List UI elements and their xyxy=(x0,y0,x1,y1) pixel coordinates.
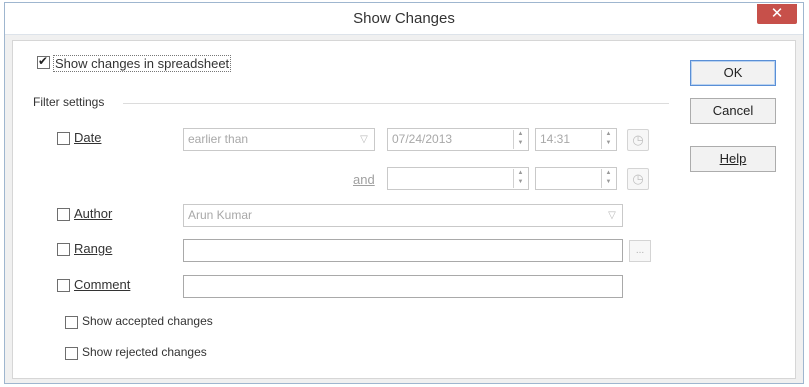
comment-label[interactable]: Comment xyxy=(74,277,130,292)
date-condition-value: earlier than xyxy=(188,132,249,146)
range-input[interactable] xyxy=(183,239,623,262)
clock-icon[interactable]: ◷ xyxy=(627,129,649,151)
show-changes-dialog: Show Changes ✕ Show changes in spreadshe… xyxy=(4,2,804,384)
close-icon[interactable]: ✕ xyxy=(757,4,797,24)
spin-updown-icon[interactable]: ▲ ▼ xyxy=(513,130,527,149)
and-label: and xyxy=(353,172,375,187)
show-rejected-label[interactable]: Show rejected changes xyxy=(82,345,207,359)
chevron-down-icon: ▽ xyxy=(608,210,616,221)
date-label[interactable]: Date xyxy=(74,130,101,145)
title-bar: Show Changes ✕ xyxy=(5,3,803,35)
clock-icon[interactable]: ◷ xyxy=(627,168,649,190)
show-accepted-label[interactable]: Show accepted changes xyxy=(82,314,213,328)
filter-settings-header: Filter settings xyxy=(33,95,105,109)
start-time-field[interactable]: 14:31 ▲ ▼ xyxy=(535,128,617,151)
range-checkbox[interactable] xyxy=(57,243,70,256)
dialog-content: Show changes in spreadsheet Filter setti… xyxy=(12,40,796,379)
show-accepted-checkbox[interactable] xyxy=(65,316,78,329)
start-time-value: 14:31 xyxy=(540,132,571,146)
end-time-field[interactable]: ▲ ▼ xyxy=(535,167,617,190)
author-checkbox[interactable] xyxy=(57,208,70,221)
spin-updown-icon[interactable]: ▲ ▼ xyxy=(601,130,615,149)
start-date-value: 07/24/2013 xyxy=(392,132,453,146)
author-value: Arun Kumar xyxy=(188,208,253,222)
date-checkbox[interactable] xyxy=(57,132,70,145)
show-changes-checkbox[interactable] xyxy=(37,54,50,69)
comment-input[interactable] xyxy=(183,275,623,298)
start-date-field[interactable]: 07/24/2013 ▲ ▼ xyxy=(387,128,529,151)
end-date-field[interactable]: ▲ ▼ xyxy=(387,167,529,190)
dialog-title: Show Changes xyxy=(353,10,455,27)
show-changes-label[interactable]: Show changes in spreadsheet xyxy=(53,55,232,72)
author-select[interactable]: Arun Kumar ▽ xyxy=(183,204,623,227)
range-browse-button[interactable]: ... xyxy=(629,240,651,262)
comment-checkbox[interactable] xyxy=(57,279,70,292)
date-condition-select[interactable]: earlier than ▽ xyxy=(183,128,375,151)
range-label[interactable]: Range xyxy=(74,241,112,256)
spin-updown-icon[interactable]: ▲ ▼ xyxy=(513,169,527,188)
help-button[interactable]: Help xyxy=(690,146,776,172)
author-label[interactable]: Author xyxy=(74,206,112,221)
ok-button[interactable]: OK xyxy=(690,60,776,86)
filter-separator xyxy=(123,103,669,104)
cancel-button[interactable]: Cancel xyxy=(690,98,776,124)
chevron-down-icon: ▽ xyxy=(360,134,368,145)
show-rejected-checkbox[interactable] xyxy=(65,347,78,360)
spin-updown-icon[interactable]: ▲ ▼ xyxy=(601,169,615,188)
